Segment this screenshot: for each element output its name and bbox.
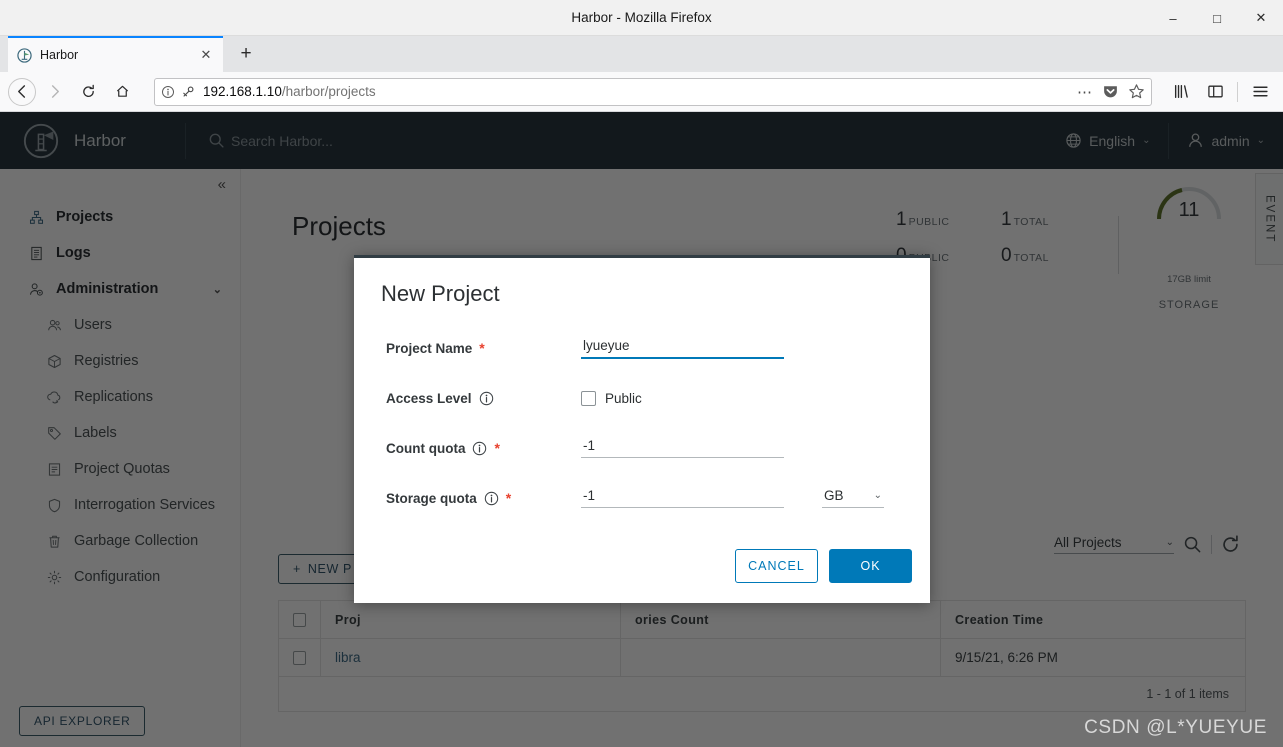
url-text: 192.168.1.10/harbor/projects bbox=[203, 84, 376, 99]
modal-title: New Project bbox=[381, 281, 500, 306]
required-asterisk: * bbox=[494, 440, 500, 456]
close-button[interactable]: ✕ bbox=[1239, 0, 1283, 36]
ok-button[interactable]: OK bbox=[829, 549, 912, 583]
label-text: Storage quota bbox=[386, 490, 477, 506]
required-asterisk: * bbox=[479, 340, 485, 356]
public-checkbox-row[interactable]: Public bbox=[581, 390, 642, 406]
tab-harbor[interactable]: Harbor ✕ bbox=[8, 36, 223, 72]
project-name-input[interactable] bbox=[581, 337, 784, 359]
label-project-name: Project Name * bbox=[386, 340, 581, 356]
storage-quota-input[interactable] bbox=[581, 488, 784, 508]
storage-unit-select[interactable]: GB ⌄ bbox=[822, 488, 884, 508]
info-icon-count-quota[interactable] bbox=[472, 441, 487, 456]
key-icon bbox=[183, 86, 194, 97]
cancel-button[interactable]: CANCEL bbox=[735, 549, 818, 583]
tab-close-icon[interactable]: ✕ bbox=[197, 46, 215, 64]
sidebar-icon[interactable] bbox=[1200, 77, 1230, 107]
url-path: /harbor/projects bbox=[281, 84, 376, 99]
public-checkbox[interactable] bbox=[581, 390, 596, 406]
storage-unit-value: GB bbox=[824, 488, 844, 503]
browser-toolbar: 192.168.1.10/harbor/projects ⋯ bbox=[0, 72, 1283, 112]
window-controls: – □ ✕ bbox=[1151, 0, 1283, 36]
home-button[interactable] bbox=[106, 77, 138, 107]
urlbar-actions: ⋯ bbox=[1077, 83, 1145, 101]
toolbar-separator bbox=[1237, 81, 1238, 102]
label-text: Count quota bbox=[386, 440, 466, 456]
url-host: 192.168.1.10 bbox=[203, 84, 282, 99]
harbor-favicon-icon bbox=[16, 47, 32, 63]
label-storage-quota: Storage quota * bbox=[386, 490, 581, 506]
firefox-window: Harbor - Mozilla Firefox – □ ✕ Harbor ✕ … bbox=[0, 0, 1283, 747]
tab-strip: Harbor ✕ + bbox=[0, 36, 1283, 72]
pocket-icon[interactable] bbox=[1102, 83, 1119, 100]
back-button[interactable] bbox=[8, 77, 36, 106]
library-icon[interactable] bbox=[1166, 77, 1196, 107]
field-access-level: Access Level Public bbox=[386, 385, 930, 411]
forward-button bbox=[38, 77, 70, 107]
info-icon-access-level[interactable] bbox=[479, 391, 494, 406]
window-titlebar: Harbor - Mozilla Firefox – □ ✕ bbox=[0, 0, 1283, 36]
toolbar-right-icons bbox=[1160, 77, 1275, 107]
info-icon bbox=[162, 85, 174, 98]
hamburger-menu-icon[interactable] bbox=[1245, 77, 1275, 107]
page-actions-icon[interactable]: ⋯ bbox=[1077, 83, 1093, 101]
chevron-down-icon-unit: ⌄ bbox=[873, 490, 882, 501]
minimize-button[interactable]: – bbox=[1151, 0, 1195, 36]
label-access-level: Access Level bbox=[386, 391, 581, 406]
window-title: Harbor - Mozilla Firefox bbox=[571, 10, 712, 25]
url-identity-icons bbox=[161, 85, 195, 99]
watermark: CSDN @L*YUEYUE bbox=[1084, 717, 1267, 738]
new-project-modal: New Project Project Name * Access Level bbox=[354, 255, 930, 603]
field-storage-quota: Storage quota * GB ⌄ bbox=[386, 485, 930, 511]
label-text: Project Name bbox=[386, 340, 473, 356]
field-count-quota: Count quota * bbox=[386, 435, 930, 461]
field-project-name: Project Name * bbox=[386, 335, 930, 361]
required-asterisk: * bbox=[505, 490, 512, 506]
reload-button[interactable] bbox=[72, 77, 104, 107]
label-text: Access Level bbox=[386, 390, 472, 406]
bookmark-star-icon[interactable] bbox=[1128, 83, 1145, 100]
count-quota-input[interactable] bbox=[581, 438, 784, 458]
public-checkbox-label: Public bbox=[605, 390, 642, 406]
label-count-quota: Count quota * bbox=[386, 440, 581, 456]
new-project-form: Project Name * Access Level Public bbox=[354, 307, 930, 511]
url-bar[interactable]: 192.168.1.10/harbor/projects ⋯ bbox=[154, 77, 1152, 106]
modal-actions: CANCEL OK bbox=[735, 549, 912, 583]
info-icon-storage-quota[interactable] bbox=[484, 491, 499, 506]
tab-title: Harbor bbox=[40, 48, 79, 62]
maximize-button[interactable]: □ bbox=[1195, 0, 1239, 36]
new-tab-button[interactable]: + bbox=[232, 40, 260, 68]
